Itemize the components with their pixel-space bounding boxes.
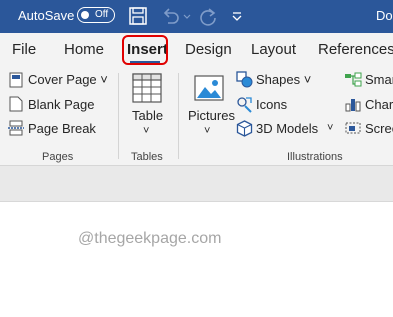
illustrations-group-label: Illustrations	[287, 151, 343, 163]
chart-button[interactable]: Chart	[365, 97, 393, 113]
page-break-button[interactable]: Page Break	[28, 121, 96, 137]
tab-file[interactable]: File	[12, 41, 36, 59]
word-window: AutoSave Off Do File Home Insert Design …	[0, 0, 393, 317]
smartart-button[interactable]: Smar	[365, 72, 393, 88]
table-button[interactable]: Table	[132, 108, 163, 124]
shapes-button[interactable]: Shapes ˅	[256, 72, 311, 88]
ribbon-tabs: File Home Insert Design Layout Reference…	[0, 33, 393, 67]
active-tab-underline	[130, 61, 160, 63]
redo-icon[interactable]	[197, 5, 219, 27]
tab-home[interactable]: Home	[64, 41, 104, 59]
insert-ribbon: Cover Page ˅ Blank Page Page Break Pages	[0, 67, 393, 166]
chart-icon	[344, 96, 362, 117]
3d-models-icon	[236, 120, 253, 142]
title-bar: AutoSave Off Do	[0, 0, 393, 33]
autosave-toggle[interactable]: Off	[77, 7, 115, 23]
tab-references[interactable]: References	[318, 41, 393, 59]
3d-models-button[interactable]: 3D Models	[256, 121, 318, 137]
autosave-label: AutoSave	[18, 8, 75, 23]
screenshot-button[interactable]: Scree	[365, 121, 393, 137]
pictures-chevron-icon[interactable]: ˅	[204, 123, 210, 139]
undo-dropdown-icon[interactable]	[183, 5, 191, 27]
cover-page-button[interactable]: Cover Page ˅	[28, 72, 108, 88]
smartart-icon	[344, 72, 362, 93]
page-break-icon	[8, 120, 24, 141]
cover-page-icon	[9, 72, 23, 93]
pictures-icon[interactable]	[194, 75, 224, 106]
document-title: Do	[376, 8, 393, 23]
shapes-icon	[236, 71, 253, 93]
table-chevron-icon[interactable]: ˅	[143, 123, 149, 139]
customize-qat-icon[interactable]	[231, 5, 243, 27]
tab-layout[interactable]: Layout	[251, 41, 296, 59]
blank-page-button[interactable]: Blank Page	[28, 97, 95, 113]
group-separator	[118, 73, 119, 159]
document-page[interactable]: @thegeekpage.com	[0, 202, 393, 317]
3d-models-chevron-icon[interactable]: ˅	[327, 120, 333, 136]
blank-page-icon	[9, 96, 23, 117]
icons-button[interactable]: Icons	[256, 97, 287, 113]
tab-design[interactable]: Design	[185, 41, 232, 59]
save-icon[interactable]	[128, 5, 148, 27]
pages-group-label: Pages	[42, 151, 74, 163]
screenshot-icon	[344, 120, 362, 141]
tables-group-label: Tables	[131, 151, 163, 163]
pictures-button[interactable]: Pictures	[188, 108, 235, 124]
table-icon[interactable]	[132, 73, 162, 108]
watermark-text: @thegeekpage.com	[78, 230, 222, 247]
icons-icon	[236, 96, 253, 118]
group-separator	[178, 73, 179, 159]
ruler-area	[0, 166, 393, 202]
undo-icon[interactable]	[160, 5, 180, 27]
toggle-knob	[81, 10, 89, 19]
autosave-state: Off	[95, 9, 109, 20]
